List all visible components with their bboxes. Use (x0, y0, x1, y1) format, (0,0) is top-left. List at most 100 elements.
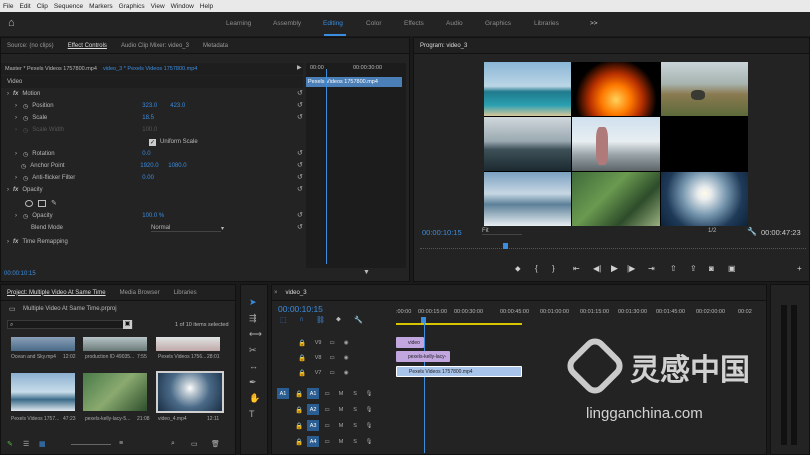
menu-markers[interactable]: Markers (89, 3, 112, 10)
project-thumb-ocean[interactable] (11, 337, 75, 351)
track-label[interactable]: A3 (307, 420, 320, 431)
project-thumb-production[interactable] (83, 337, 147, 351)
mic-icon[interactable]: 🎙 (363, 436, 375, 447)
menu-sequence[interactable]: Sequence (54, 3, 83, 10)
menu-graphics[interactable]: Graphics (119, 3, 145, 10)
go-to-in-icon[interactable]: ⇤ (573, 264, 580, 273)
anti-flicker-reset-icon[interactable]: ↺ (297, 173, 303, 181)
track-label[interactable]: V9 (312, 337, 324, 348)
sync-icon[interactable]: ▭ (321, 420, 333, 431)
nest-icon[interactable]: ⬚ (280, 316, 287, 324)
hand-tool-icon[interactable]: ✋ (249, 393, 260, 404)
workspace-learning[interactable]: Learning (226, 20, 251, 27)
blend-reset-icon[interactable]: ↺ (297, 223, 303, 231)
pen-tool-icon[interactable]: ✒ (249, 377, 257, 388)
workspace-audio[interactable]: Audio (446, 20, 463, 27)
eye-icon[interactable]: ◉ (340, 337, 352, 348)
close-icon[interactable]: × (274, 290, 278, 296)
track-label[interactable]: A2 (307, 404, 320, 415)
track-label[interactable]: V8 (312, 352, 324, 363)
lift-icon[interactable]: ⇧ (670, 264, 677, 273)
add-button-icon[interactable]: + (797, 264, 802, 273)
razor-icon[interactable]: ✂ (249, 345, 257, 356)
fit-select[interactable]: Fit (482, 228, 522, 235)
stopwatch-icon[interactable]: ◷ (23, 151, 28, 158)
rotation-reset-icon[interactable]: ↺ (297, 149, 303, 157)
camera-icon[interactable]: ◙ (709, 264, 714, 273)
step-forward-icon[interactable]: |▶ (627, 264, 635, 273)
go-to-out-icon[interactable]: ⇥ (648, 264, 655, 273)
rectangle-mask-icon[interactable] (38, 199, 46, 207)
stopwatch-icon[interactable]: ◷ (23, 213, 28, 220)
stopwatch-icon[interactable]: ◷ (23, 103, 28, 110)
home-icon[interactable]: ⌂ (8, 17, 15, 29)
quality-select[interactable]: 1/2 (708, 228, 716, 234)
tab-audio-clip-mixer[interactable]: Audio Clip Mixer: video_3 (121, 43, 189, 49)
position-y-value[interactable]: 423.0 (170, 103, 185, 109)
eye-icon[interactable]: ◉ (340, 352, 352, 363)
motion-reset-icon[interactable]: ↺ (297, 89, 303, 97)
play-clip-icon[interactable]: ▶ (297, 64, 302, 71)
filter-icon[interactable]: ▼ (363, 269, 370, 276)
pen-mask-icon[interactable]: ✎ (51, 199, 57, 207)
chevron-down-icon[interactable]: ▾ (221, 225, 224, 232)
stopwatch-icon[interactable]: ◷ (23, 115, 28, 122)
workspace-graphics[interactable]: Graphics (485, 20, 511, 27)
more-workspaces-icon[interactable]: >> (590, 20, 598, 27)
tab-source[interactable]: Source: (no clips) (7, 43, 54, 49)
sync-icon[interactable]: ▭ (326, 367, 338, 378)
tab-libraries[interactable]: Libraries (174, 290, 197, 296)
mark-in-icon[interactable]: { (535, 264, 538, 273)
effect-controls-timecode[interactable]: 00:00:10:15 (4, 271, 36, 277)
icon-view-icon[interactable]: ▦ (39, 440, 46, 448)
button-editor-icon[interactable]: ▣ (728, 264, 736, 273)
timeline-settings-icon[interactable]: 🔧 (354, 316, 363, 324)
project-thumb-video-4[interactable] (156, 371, 224, 413)
mute-button[interactable]: M (335, 436, 347, 447)
program-video-grid[interactable] (484, 62, 748, 226)
source-patch-a1[interactable]: A1 (277, 388, 289, 399)
opacity-value[interactable]: 100.0 % (142, 213, 164, 219)
mute-button[interactable]: M (335, 420, 347, 431)
step-back-icon[interactable]: ◀| (593, 264, 601, 273)
stopwatch-icon[interactable]: ◷ (21, 163, 26, 170)
scale-value[interactable]: 18.5 (142, 115, 154, 121)
mute-button[interactable]: M (335, 404, 347, 415)
clip-kelly-lacy[interactable]: pexels-kelly-lacy- (396, 351, 450, 362)
workspace-libraries[interactable]: Libraries (534, 20, 559, 27)
tab-sequence[interactable]: video_3 (286, 290, 307, 296)
snap-icon[interactable]: ∩ (299, 316, 304, 323)
tab-project[interactable]: Project: Multiple Video At Same Time (7, 290, 106, 296)
uniform-scale-checkbox[interactable]: ✓ (149, 138, 156, 146)
mini-clip-bar[interactable]: Pexels Videos 1757800.mp4 (306, 77, 402, 87)
mini-playhead[interactable] (326, 69, 327, 264)
add-marker-icon[interactable]: ⬥ (515, 264, 521, 274)
track-label[interactable]: V7 (312, 367, 324, 378)
zoom-slider[interactable] (71, 444, 111, 445)
linked-selection-icon[interactable]: ⛓ (316, 316, 325, 324)
anchor-y-value[interactable]: 1080.0 (168, 163, 186, 169)
solo-button[interactable]: S (349, 436, 361, 447)
stopwatch-icon[interactable]: ◷ (23, 175, 28, 182)
sync-icon[interactable]: ▭ (321, 436, 333, 447)
program-playhead[interactable] (503, 243, 508, 249)
list-view-icon[interactable]: ☰ (23, 440, 29, 448)
marker-icon[interactable]: ⬥ (336, 316, 341, 324)
opacity-value-reset-icon[interactable]: ↺ (297, 211, 303, 219)
sequence-clip-label[interactable]: video_3 * Pexels Videos 1757800.mp4 (103, 66, 197, 72)
mic-icon[interactable]: 🎙 (363, 404, 375, 415)
workspace-editing[interactable]: Editing (323, 20, 343, 27)
sync-icon[interactable]: ▭ (326, 352, 338, 363)
mark-out-icon[interactable]: } (552, 264, 555, 273)
sort-icon[interactable]: ≡ (119, 440, 123, 447)
blend-mode-select[interactable]: Normal (151, 225, 221, 232)
track-select-icon[interactable]: ⇶ (249, 313, 257, 324)
menu-window[interactable]: Window (171, 3, 194, 10)
mic-icon[interactable]: 🎙 (363, 388, 375, 399)
position-reset-icon[interactable]: ↺ (297, 101, 303, 109)
program-timecode[interactable]: 00:00:10:15 (422, 228, 462, 237)
slip-icon[interactable]: ↔ (249, 361, 258, 371)
extract-icon[interactable]: ⇪ (690, 264, 697, 273)
search-bin-icon[interactable]: ⌕ (171, 440, 175, 448)
track-label[interactable]: A1 (307, 388, 320, 399)
